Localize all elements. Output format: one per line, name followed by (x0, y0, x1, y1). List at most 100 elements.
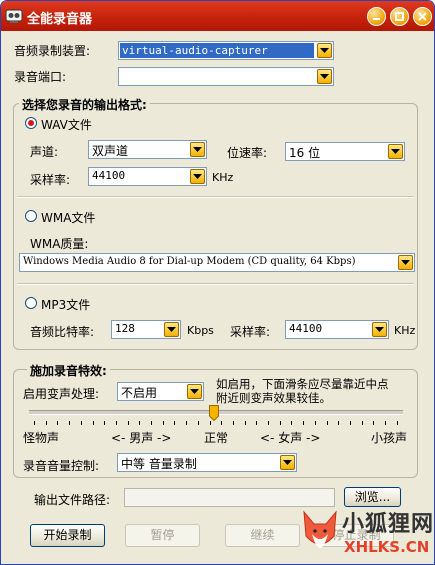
port-label: 录音端口: (14, 70, 67, 84)
watermark-title: 小狐狸网 (342, 512, 435, 537)
device-select[interactable]: virtual-audio-capturer (118, 41, 334, 60)
slider-tick (174, 421, 176, 425)
mp3-bitrate-label: 音频比特率: (30, 325, 95, 339)
wma-quality-label: WMA质量: (30, 237, 89, 251)
wav-label[interactable]: WAV文件 (41, 116, 92, 133)
mp3-samplerate-unit: KHz (394, 324, 416, 337)
voice-hint: 如启用，下面滑条应尽量靠近中点附近则变声效果较佳。 (216, 377, 389, 405)
chevron-down-icon[interactable] (398, 255, 413, 270)
mp3-bitrate-select[interactable]: 128 (111, 320, 181, 339)
minimize-button[interactable] (367, 7, 386, 26)
slider-tick (115, 421, 117, 425)
format-group-title: 选择您录音的输出格式: (19, 96, 150, 113)
watermark: 小狐狸网 XHLKS.CN (298, 498, 435, 564)
slider-tick (34, 421, 35, 425)
slider-tick (45, 421, 47, 425)
voice-label: 启用变声处理: (23, 387, 100, 401)
wav-samplerate-select[interactable]: 44100 (88, 167, 207, 186)
slider-tick (303, 421, 305, 425)
slider-tick (385, 421, 386, 425)
port-select[interactable] (118, 67, 334, 86)
chevron-down-icon[interactable] (164, 322, 179, 337)
chevron-down-icon[interactable] (190, 169, 205, 184)
resume-button[interactable]: 继续 (225, 524, 300, 547)
minimize-icon (373, 18, 380, 20)
slider-tick (256, 421, 258, 425)
slider-tick (268, 421, 269, 425)
chevron-down-icon[interactable] (317, 43, 332, 58)
output-path-label: 输出文件路径: (34, 493, 111, 507)
slider-tick (314, 421, 316, 425)
slider-tick (104, 421, 106, 425)
window-title: 全能录音器 (27, 12, 93, 27)
mp3-samplerate-value: 44100 (289, 322, 323, 335)
scale-label-female: <- 女声 -> (260, 431, 321, 445)
effects-group-title: 施加录音特效: (27, 362, 110, 379)
wav-samplerate-label: 采样率: (30, 173, 71, 187)
chevron-down-icon[interactable] (372, 322, 387, 337)
slider-tick (186, 421, 188, 425)
channel-label: 声道: (30, 145, 59, 159)
slider-tick (244, 421, 246, 425)
mp3-label[interactable]: MP3文件 (41, 296, 90, 313)
divider (17, 283, 414, 285)
chevron-down-icon[interactable] (388, 144, 403, 159)
slider-tick (326, 421, 328, 425)
wav-bitrate-value: 16 位 (289, 146, 321, 160)
mp3-samplerate-label: 采样率: (230, 325, 271, 339)
scale-label-monster: 怪物声 (23, 431, 60, 445)
close-icon (418, 12, 427, 21)
mp3-samplerate-select[interactable]: 44100 (285, 320, 389, 339)
slider-tick (279, 421, 281, 425)
slider-tick (92, 421, 94, 425)
scale-label-normal: 正常 (204, 431, 229, 445)
wav-bitrate-select[interactable]: 16 位 (285, 142, 405, 161)
chevron-down-icon[interactable] (317, 69, 332, 84)
pause-button[interactable]: 暂停 (125, 524, 200, 547)
wav-radio[interactable] (25, 117, 37, 129)
voice-slider-thumb[interactable] (209, 405, 219, 421)
slider-tick (232, 421, 234, 425)
volume-value: 中等 音量录制 (121, 457, 197, 471)
slider-tick (221, 421, 223, 425)
slider-tick (80, 421, 82, 425)
close-button[interactable] (413, 7, 432, 26)
divider (17, 196, 414, 198)
slider-tick (361, 421, 363, 425)
chevron-down-icon[interactable] (190, 142, 205, 157)
mp3-radio[interactable] (25, 297, 37, 309)
slider-tick (373, 421, 375, 425)
chevron-down-icon[interactable] (280, 455, 295, 470)
channel-select[interactable]: 双声道 (88, 140, 207, 159)
wav-samplerate-unit: KHz (212, 171, 234, 184)
maximize-icon (395, 12, 404, 21)
title-bar[interactable]: 全能录音器 (1, 1, 434, 31)
slider-tick (57, 421, 59, 425)
wma-label[interactable]: WMA文件 (41, 209, 95, 226)
slider-tick (139, 421, 141, 425)
app-window: 全能录音器 音频录制装置: virtual-audio-capturer 录音端… (0, 0, 435, 565)
chevron-down-icon[interactable] (187, 384, 202, 399)
slider-tick (69, 421, 71, 425)
wma-radio[interactable] (25, 210, 37, 222)
voice-select[interactable]: 不启用 (117, 382, 204, 401)
slider-tick (197, 421, 199, 425)
wav-samplerate-value: 44100 (92, 169, 126, 182)
scale-label-child: 小孩声 (371, 431, 408, 445)
wma-quality-select[interactable]: Windows Media Audio 8 for Dial-up Modem … (19, 253, 415, 272)
mp3-bitrate-unit: Kbps (187, 324, 214, 337)
wav-bitrate-label: 位速率: (227, 146, 268, 160)
start-record-button[interactable]: 开始录制 (30, 524, 105, 547)
slider-tick (151, 421, 152, 425)
slider-tick (209, 421, 211, 425)
slider-tick (162, 421, 164, 425)
slider-tick (349, 421, 351, 425)
slider-tick (127, 421, 129, 425)
volume-select[interactable]: 中等 音量录制 (117, 453, 297, 472)
mp3-bitrate-value: 128 (115, 322, 135, 335)
slider-tick (396, 421, 398, 425)
app-logo-icon (5, 9, 23, 23)
maximize-button[interactable] (390, 7, 409, 26)
volume-label: 录音音量控制: (23, 459, 100, 473)
watermark-url: XHLKS.CN (344, 538, 430, 556)
